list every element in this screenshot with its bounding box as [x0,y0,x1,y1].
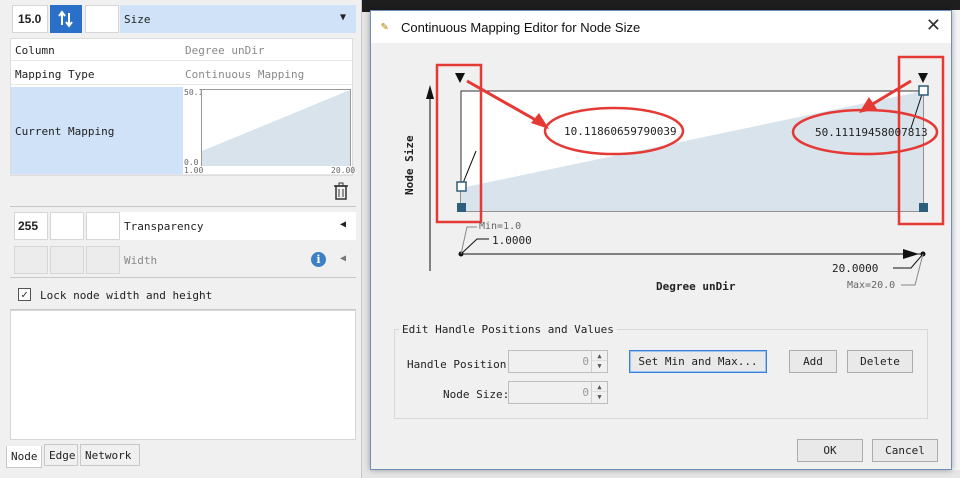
max-value: 20.0000 [832,262,879,275]
transparency-value-cell[interactable]: 255 [14,212,48,240]
add-button[interactable]: Add [789,350,837,373]
right-position-marker [918,73,928,83]
transparency-bypass-cell[interactable] [86,212,120,240]
transparency-label: Transparency [124,220,204,233]
current-mapping-label: Current Mapping [15,125,115,138]
column-label: Column [15,44,55,57]
handle-position-spinner[interactable]: 0 ▲ ▼ [508,350,608,373]
background-window-edge [952,10,960,470]
bypass-cell[interactable] [85,5,119,33]
left-position-marker [455,73,465,83]
mapping-type-button[interactable] [50,5,82,33]
set-min-max-button[interactable]: Set Min and Max... [629,350,767,373]
spinner-down-icon[interactable]: ▼ [592,392,607,402]
size-property-header[interactable]: Size ▼ [120,5,356,33]
size-value-cell[interactable]: 15.0 [12,5,48,33]
min-value: 1.0000 [492,234,532,247]
triangle-left-icon[interactable]: ◀ [340,253,346,264]
mini-x-min: 1.00 [184,166,204,175]
tab-node[interactable]: Node [6,446,42,468]
y-axis-arrow [426,85,434,99]
y-axis-label: Node Size [403,135,416,195]
edit-group-legend: Edit Handle Positions and Values [399,323,617,336]
lock-label: Lock node width and height [40,289,213,302]
mini-x-max: 20.00 [331,166,356,175]
table-row: Mapping Type Continuous Mapping [11,63,352,85]
node-size-value: 0 [582,386,589,399]
cancel-button[interactable]: Cancel [872,439,938,462]
right-anchor-handle [919,203,928,212]
right-handle [918,85,929,96]
table-row: Current Mapping 50.1 0.0 1.00 20.00 [11,87,356,175]
triangle-down-icon[interactable]: ▼ [340,12,346,23]
transparency-mapping-cell[interactable] [50,212,84,240]
ok-button[interactable]: OK [797,439,863,462]
sort-arrows-icon [58,10,73,28]
divider [10,206,356,207]
edit-handle-group [394,329,928,419]
min-label: Min=1.0 [479,221,522,232]
handle-position-value: 0 [582,355,589,368]
table-row: Column Degree unDir [11,39,352,61]
x-axis-arrow [903,249,919,259]
triangle-left-icon[interactable]: ◀ [340,219,346,230]
spinner-up-icon[interactable]: ▲ [592,382,607,392]
handle-position-label: Handle Position: [407,358,513,371]
mini-mapping-chart[interactable]: 50.1 0.0 1.00 20.00 [183,87,356,175]
checkbox-checked-icon[interactable]: ✓ [18,288,31,301]
mapping-type-value-cell[interactable]: Continuous Mapping [183,63,352,84]
column-value-cell[interactable]: Degree unDir [183,39,352,60]
mapping-table: Column Degree unDir Mapping Type Continu… [10,38,356,176]
tab-network[interactable]: Network [80,444,140,466]
app-icon: ✎ [381,19,389,33]
tab-edge[interactable]: Edge [44,444,78,466]
dialog-titlebar[interactable]: ✎ Continuous Mapping Editor for Node Siz… [371,11,951,43]
mapping-editor-dialog: ✎ Continuous Mapping Editor for Node Siz… [370,10,952,470]
delete-button[interactable]: Delete [847,350,913,373]
left-handle-value: 10.11860659790039 [564,125,677,138]
properties-empty-area [10,310,356,440]
node-size-spinner[interactable]: 0 ▲ ▼ [508,381,608,404]
x-axis-label: Degree unDir [656,280,736,293]
spinner-down-icon[interactable]: ▼ [592,361,607,371]
column-value: Degree unDir [185,44,265,57]
mini-chart-plot [201,89,351,166]
transparency-value: 255 [18,219,39,233]
mapping-type-label: Mapping Type [15,68,95,81]
left-anchor-handle [457,203,466,212]
mapping-chart[interactable]: Node Size Degree unDir 10.11860659790039… [371,43,951,313]
size-value: 15.0 [18,12,42,26]
width-mapping-cell [50,246,84,274]
transparency-property[interactable]: Transparency ◀ [120,212,356,240]
max-label: Max=20.0 [847,280,896,291]
left-handle [456,181,467,192]
dialog-title: Continuous Mapping Editor for Node Size [401,20,641,35]
size-property-label: Size [124,13,151,26]
lock-checkbox-row[interactable]: ✓ Lock node width and height [14,284,314,304]
width-value-cell [14,246,48,274]
info-icon[interactable]: i [311,252,326,267]
node-size-label: Node Size: [443,388,510,401]
mapping-type-value: Continuous Mapping [185,68,305,81]
divider [10,277,356,278]
close-icon[interactable]: ✕ [926,15,941,36]
right-handle-value: 50.11119458007813 [815,126,928,139]
width-bypass-cell [86,246,120,274]
trash-icon[interactable] [333,182,349,203]
spinner-up-icon[interactable]: ▲ [592,351,607,361]
width-label: Width [124,254,158,267]
width-property[interactable]: Width i ◀ [120,246,356,274]
style-panel: 15.0 Size ▼ Column Degree unDir Mapping … [0,0,362,478]
